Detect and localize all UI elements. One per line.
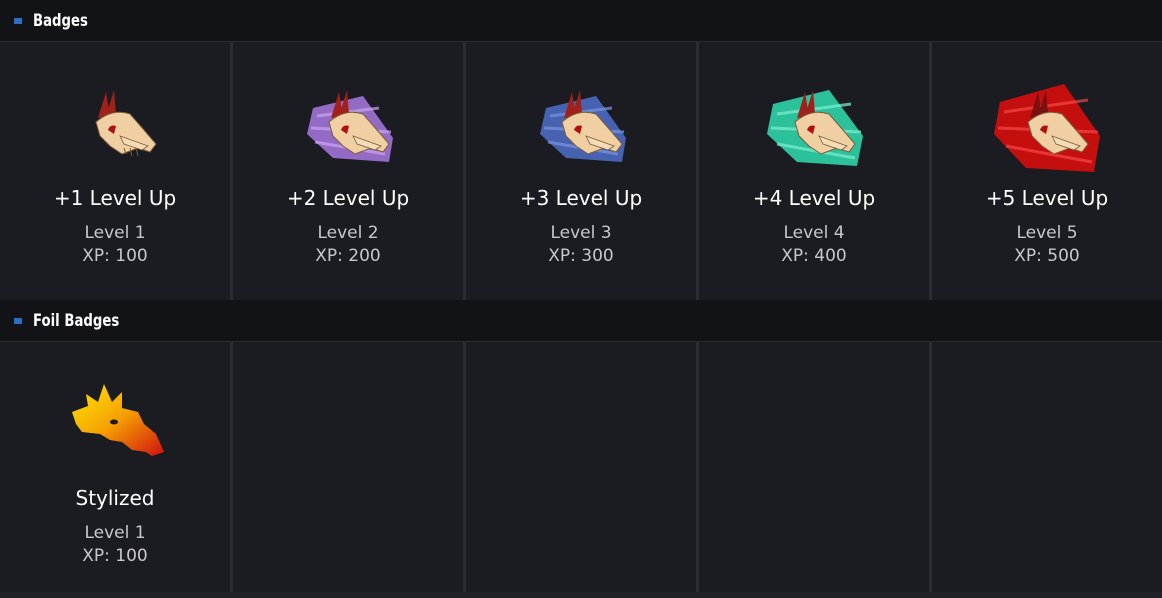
badge-xp: XP: 500 [1014,246,1080,266]
badges-section-title: Badges [33,10,88,31]
section-marker-icon [14,18,22,24]
dragon-skull-badge-icon [759,78,869,178]
empty-badge-slot [466,342,696,592]
empty-badge-slot [699,342,929,592]
badge-level: Level 1 [84,223,146,243]
stylized-dragon-badge-icon [60,378,170,478]
section-marker-icon [14,318,22,324]
badge-name: Stylized [75,486,155,510]
foil-badges-section-header: Foil Badges [0,300,1162,342]
badge-name: +3 Level Up [519,186,643,210]
badge-level: Level 2 [317,223,379,243]
badge-xp: XP: 200 [315,246,381,266]
badge-xp: XP: 100 [82,546,148,566]
dragon-skull-badge-icon [60,78,170,178]
badge-xp: XP: 100 [82,246,148,266]
dragon-skull-badge-icon [992,78,1102,178]
badge-level: Level 4 [783,223,845,243]
foil-badges-section-title: Foil Badges [33,310,120,331]
dragon-skull-badge-icon [293,78,403,178]
foil-badge-card-stylized[interactable]: Stylized Level 1 XP: 100 [0,342,230,592]
badge-card-level-1[interactable]: +1 Level Up Level 1 XP: 100 [0,42,230,300]
dragon-skull-badge-icon [526,78,636,178]
badge-xp: XP: 400 [781,246,847,266]
foil-badges-grid: Stylized Level 1 XP: 100 [0,342,1162,592]
badge-xp: XP: 300 [548,246,614,266]
badge-level: Level 5 [1016,223,1078,243]
badge-name: +2 Level Up [286,186,410,210]
badges-grid: +1 Level Up Level 1 XP: 100 +2 Level Up … [0,42,1162,300]
badge-name: +4 Level Up [752,186,876,210]
badge-name: +1 Level Up [53,186,177,210]
empty-badge-slot [233,342,463,592]
badge-card-level-5[interactable]: +5 Level Up Level 5 XP: 500 [932,42,1162,300]
badges-section-header: Badges [0,0,1162,42]
badge-level: Level 3 [550,223,612,243]
badge-card-level-3[interactable]: +3 Level Up Level 3 XP: 300 [466,42,696,300]
badge-name: +5 Level Up [985,186,1109,210]
badge-card-level-2[interactable]: +2 Level Up Level 2 XP: 200 [233,42,463,300]
badge-card-level-4[interactable]: +4 Level Up Level 4 XP: 400 [699,42,929,300]
badge-level: Level 1 [84,523,146,543]
empty-badge-slot [932,342,1162,592]
